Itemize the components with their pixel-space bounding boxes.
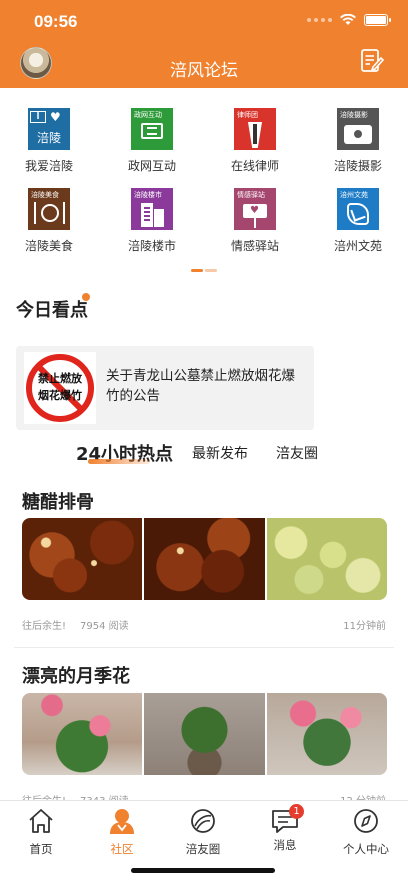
home-icon — [29, 809, 53, 833]
category-love-fuling[interactable]: I ♥ 涪陵 我爱涪陵 — [3, 108, 95, 174]
category-label: 涪陵摄影 — [333, 159, 382, 173]
community-icon — [110, 809, 134, 834]
today-heading: 今日看点 — [16, 300, 88, 321]
gov-interaction-icon: 政网互动 — [131, 108, 173, 150]
tabbar-community[interactable]: 社区 — [82, 807, 162, 857]
category-literature[interactable]: 涪州文苑 涪州文苑 — [312, 188, 404, 254]
message-icon: 1 — [270, 804, 304, 835]
battery-icon — [364, 14, 391, 26]
post-image[interactable] — [266, 693, 387, 775]
grid-pager[interactable] — [191, 269, 217, 272]
category-label: 涪陵楼市 — [127, 239, 176, 253]
post-image[interactable] — [144, 693, 265, 775]
camera-icon: 涪陵摄影 — [337, 108, 379, 150]
category-photography[interactable]: 涪陵摄影 涪陵摄影 — [312, 108, 404, 174]
status-time: 09:56 — [34, 12, 78, 31]
tabbar-moments[interactable]: 涪友圈 — [163, 807, 243, 857]
category-label: 政网互动 — [127, 159, 176, 173]
post-author[interactable]: 往后余生! — [22, 621, 66, 632]
tab-fuyou-circle[interactable]: 涪友圈 — [276, 443, 318, 463]
category-label: 涪陵美食 — [24, 239, 73, 253]
headline-image-text: 禁止燃放烟花爆竹 — [38, 372, 82, 402]
tabbar-label: 消息 — [273, 838, 297, 852]
tabbar-label: 首页 — [29, 842, 53, 856]
category-label: 我爱涪陵 — [24, 159, 73, 173]
post-images[interactable] — [22, 693, 387, 775]
feed-tabs: 24小时热点 最新发布 涪友圈 — [0, 440, 408, 470]
category-real-estate[interactable]: 涪陵楼市 涪陵楼市 — [106, 188, 198, 254]
wifi-icon — [340, 14, 356, 25]
post-image[interactable] — [266, 518, 387, 600]
post-image[interactable] — [144, 518, 265, 600]
tabbar-label: 涪友圈 — [185, 842, 221, 856]
post-images[interactable] — [22, 518, 387, 600]
today-dot — [82, 293, 90, 301]
top-bar: 09:56 涪风论坛 — [0, 0, 408, 88]
category-label: 在线律师 — [230, 159, 279, 173]
tabbar-profile[interactable]: 个人中心 — [326, 807, 406, 857]
post-meta: 往后余生! 7954 阅读 — [22, 617, 129, 632]
signal-icon — [307, 18, 332, 22]
category-food[interactable]: 涪陵美食 涪陵美食 — [3, 188, 95, 254]
literature-icon: 涪州文苑 — [337, 188, 379, 230]
category-gov-interaction[interactable]: 政网互动 政网互动 — [106, 108, 198, 174]
lawyer-icon: 律师团 — [234, 108, 276, 150]
post-time: 11分钟前 — [343, 621, 386, 632]
category-label: 情感驿站 — [230, 239, 279, 253]
tab-latest[interactable]: 最新发布 — [192, 443, 248, 463]
profile-icon — [354, 809, 378, 833]
status-icons — [307, 14, 391, 26]
divider — [14, 647, 394, 648]
headline-card[interactable]: 禁止燃放烟花爆竹 关于青龙山公墓禁止燃放烟花爆竹的公告 — [16, 346, 314, 430]
compose-icon[interactable] — [360, 48, 384, 74]
category-emotion-station[interactable]: 情感驿站 ♥ 情感驿站 — [209, 188, 301, 254]
post-title[interactable]: 漂亮的月季花 — [22, 662, 130, 688]
category-online-lawyer[interactable]: 律师团 在线律师 — [209, 108, 301, 174]
category-label: 涪州文苑 — [333, 239, 382, 253]
page-title: 涪风论坛 — [170, 61, 238, 81]
post-views: 7954 阅读 — [80, 621, 129, 632]
tab-underline — [88, 459, 150, 464]
post-image[interactable] — [22, 518, 143, 600]
tabbar-messages[interactable]: 1 消息 — [245, 804, 325, 853]
food-icon: 涪陵美食 — [28, 188, 70, 230]
tabbar-label: 个人中心 — [343, 842, 389, 856]
moments-icon — [191, 809, 215, 833]
love-fuling-icon: I ♥ 涪陵 — [28, 108, 70, 150]
headline-text: 关于青龙山公墓禁止燃放烟花爆竹的公告 — [106, 368, 295, 404]
building-icon: 涪陵楼市 — [131, 188, 173, 230]
unread-badge: 1 — [289, 804, 304, 819]
tabbar-home[interactable]: 首页 — [1, 807, 81, 857]
headline-image: 禁止燃放烟花爆竹 — [24, 352, 96, 424]
post-title[interactable]: 糖醋排骨 — [22, 488, 94, 514]
tabbar-label: 社区 — [110, 842, 134, 856]
emotion-station-icon: 情感驿站 ♥ — [234, 188, 276, 230]
post-image[interactable] — [22, 693, 143, 775]
home-indicator[interactable] — [131, 868, 275, 873]
